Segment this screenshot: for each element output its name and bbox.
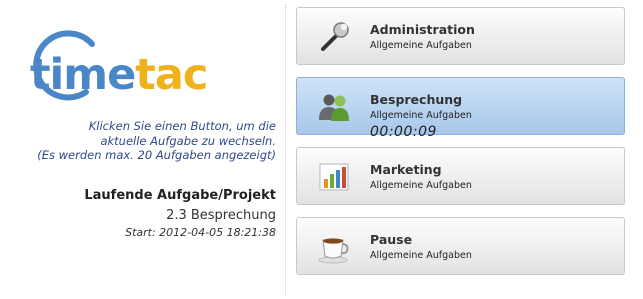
task-subtitle: Allgemeine Aufgaben (370, 250, 472, 261)
instruction-text: Klicken Sie einen Button, um die aktuell… (6, 119, 276, 163)
task-subtitle: Allgemeine Aufgaben (370, 110, 472, 121)
timetac-logo: timetac (26, 4, 282, 114)
task-button-pause[interactable]: Pause Allgemeine Aufgaben (296, 217, 625, 275)
task-name: Marketing (370, 162, 442, 177)
logo-time-text: time (30, 50, 136, 100)
vertical-divider (285, 4, 286, 296)
task-button-besprechung[interactable]: Besprechung Allgemeine Aufgaben 00:00:09 (296, 77, 625, 140)
wrench-icon (317, 20, 351, 54)
task-name: Besprechung (370, 92, 463, 107)
instruction-line-3: (Es werden max. 20 Aufgaben angezeigt) (37, 148, 276, 162)
coffee-cup-icon (317, 230, 351, 264)
meeting-people-icon (317, 90, 351, 124)
task-name: Administration (370, 22, 475, 37)
task-subtitle: Allgemeine Aufgaben (370, 40, 472, 51)
current-task-name: 2.3 Besprechung (166, 208, 276, 223)
task-button-administration[interactable]: Administration Allgemeine Aufgaben (296, 7, 625, 65)
instruction-line-2: aktuelle Aufgabe zu wechseln. (100, 133, 276, 148)
instruction-line-1: Klicken Sie einen Button, um die (88, 119, 276, 133)
logo-tac-text: tac (135, 50, 208, 100)
task-subtitle: Allgemeine Aufgaben (370, 180, 472, 191)
task-name: Pause (370, 232, 413, 247)
current-task-heading: Laufende Aufgabe/Projekt (84, 188, 276, 203)
bar-chart-icon (317, 160, 351, 194)
current-task-start: Start: 2012-04-05 18:21:38 (125, 226, 276, 239)
task-timer: 00:00:09 (370, 124, 437, 140)
left-panel: timetac Klicken Sie einen Button, um die… (0, 0, 284, 299)
task-button-marketing[interactable]: Marketing Allgemeine Aufgaben (296, 147, 625, 205)
